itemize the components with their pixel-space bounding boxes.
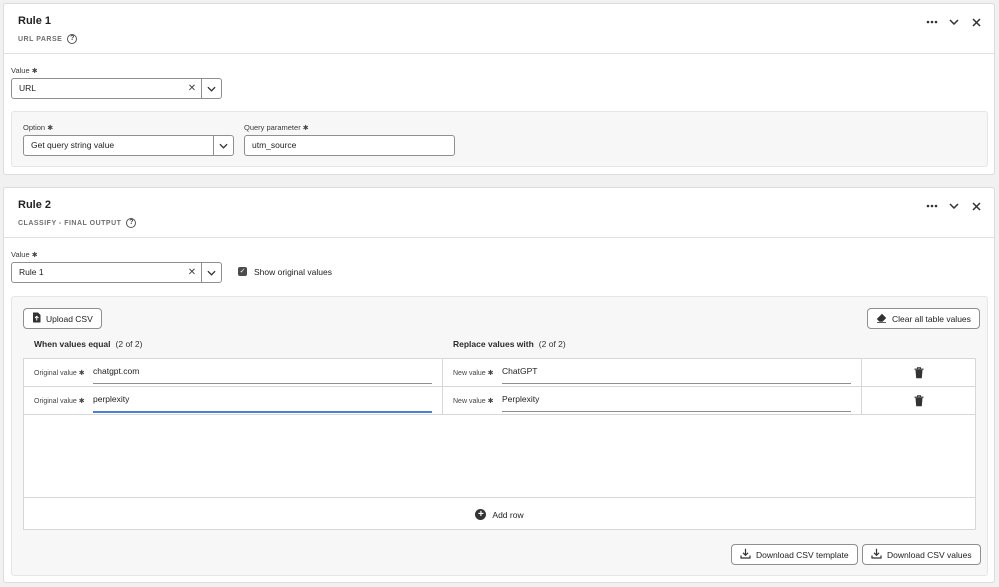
original-value-label: Original value ✱ [34, 398, 85, 405]
rule-1-subtitle-text: URL PARSE [18, 35, 63, 43]
rule-1-subtitle: URL PARSE ? [18, 34, 78, 44]
rule-2-subtitle: CLASSIFY - FINAL OUTPUT ? [18, 218, 137, 228]
rule-1-title: Rule 1 [18, 15, 52, 27]
clear-x-icon[interactable]: ✕ [183, 79, 201, 98]
help-icon[interactable]: ? [67, 34, 78, 44]
row-actions-cell [862, 387, 977, 414]
classify-table-panel: Upload CSV Clear all table values When v… [11, 296, 988, 576]
option-label: Option ✱ [23, 123, 54, 132]
new-value-cell: New value ✱ Perplexity [443, 387, 862, 414]
option-select[interactable]: Get query string value [23, 135, 234, 156]
clear-all-table-values-label: Clear all table values [892, 313, 971, 324]
chevron-down-icon[interactable] [946, 14, 962, 30]
when-values-equal-header: When values equal (2 of 2) [34, 339, 142, 349]
show-original-values-label[interactable]: Show original values [254, 267, 332, 277]
when-values-equal-count: (2 of 2) [115, 339, 143, 349]
table-row: Original value ✱ perplexity New value ✱ … [24, 387, 975, 415]
new-value-label-text: New value [453, 370, 486, 377]
input-underline [502, 411, 851, 412]
rule-1-value-combobox[interactable]: URL ✕ [11, 78, 222, 99]
rule-1-options-panel: Option ✱ Get query string value Query pa… [11, 111, 988, 167]
trash-icon[interactable] [914, 366, 924, 384]
original-value-input[interactable]: perplexity [93, 394, 129, 404]
upload-csv-label: Upload CSV [46, 313, 93, 324]
table-row: Original value ✱ chatgpt.com New value ✱… [24, 359, 975, 387]
upload-csv-button[interactable]: Upload CSV [23, 308, 102, 329]
trash-icon[interactable] [914, 394, 924, 412]
rule-1-card: Rule 1 URL PARSE ? Value ✱ URL ✕ Option [3, 3, 995, 175]
close-icon[interactable] [968, 198, 984, 214]
new-value-label: New value ✱ [453, 398, 494, 405]
more-icon[interactable] [924, 14, 940, 30]
rule-2-value-label-text: Value [11, 250, 30, 259]
rule-1-header: Rule 1 URL PARSE ? [4, 4, 994, 54]
input-underline-focused [93, 411, 432, 413]
input-underline [93, 383, 432, 384]
download-csv-values-label: Download CSV values [887, 549, 972, 560]
query-parameter-input[interactable]: utm_source [244, 135, 455, 156]
original-value-cell: Original value ✱ chatgpt.com [24, 359, 443, 386]
rule-1-value-text: URL [19, 83, 37, 93]
row-actions-cell [862, 359, 977, 386]
query-parameter-label: Query parameter ✱ [244, 123, 309, 132]
chevron-down-icon[interactable] [213, 136, 233, 155]
add-row-button[interactable]: + Add row [24, 497, 975, 531]
original-value-cell: Original value ✱ perplexity [24, 387, 443, 414]
rule-2-value-text: Rule 1 [19, 267, 44, 277]
query-parameter-label-text: Query parameter [244, 123, 301, 132]
original-value-input[interactable]: chatgpt.com [93, 366, 139, 376]
download-csv-template-label: Download CSV template [756, 549, 849, 560]
help-icon[interactable]: ? [126, 218, 137, 228]
option-select-text: Get query string value [31, 140, 115, 150]
close-icon[interactable] [968, 14, 984, 30]
new-value-input[interactable]: Perplexity [502, 394, 539, 404]
chevron-down-icon[interactable] [201, 263, 221, 282]
eraser-icon [876, 313, 887, 325]
rule-2-header: Rule 2 CLASSIFY - FINAL OUTPUT ? [4, 188, 994, 238]
classify-table: Original value ✱ chatgpt.com New value ✱… [23, 358, 976, 530]
when-values-equal-text: When values equal [34, 339, 111, 349]
replace-values-with-header: Replace values with (2 of 2) [453, 339, 566, 349]
rule-1-value-label: Value ✱ [11, 66, 38, 75]
add-row-label: Add row [492, 509, 524, 520]
original-value-label-text: Original value [34, 370, 77, 377]
original-value-label: Original value ✱ [34, 370, 85, 377]
option-label-text: Option [23, 123, 46, 132]
download-icon [740, 548, 751, 561]
file-upload-icon [32, 312, 41, 325]
clear-x-icon[interactable]: ✕ [183, 263, 201, 282]
rule-2-actions [924, 198, 984, 214]
replace-values-with-count: (2 of 2) [538, 339, 566, 349]
more-icon[interactable] [924, 198, 940, 214]
download-csv-values-button[interactable]: Download CSV values [862, 544, 981, 565]
rule-1-value-label-text: Value [11, 66, 30, 75]
rule-2-title: Rule 2 [18, 199, 52, 211]
input-underline [502, 383, 851, 384]
checkbox-checked-icon[interactable]: ✓ [238, 267, 247, 276]
chevron-down-icon[interactable] [201, 79, 221, 98]
download-csv-template-button[interactable]: Download CSV template [731, 544, 858, 565]
rule-2-value-label: Value ✱ [11, 250, 38, 259]
rule-2-subtitle-text: CLASSIFY - FINAL OUTPUT [18, 219, 122, 227]
clear-all-table-values-button[interactable]: Clear all table values [867, 308, 980, 329]
new-value-label-text: New value [453, 398, 486, 405]
new-value-cell: New value ✱ ChatGPT [443, 359, 862, 386]
new-value-label: New value ✱ [453, 370, 494, 377]
new-value-input[interactable]: ChatGPT [502, 366, 537, 376]
rule-2-value-combobox[interactable]: Rule 1 ✕ [11, 262, 222, 283]
rule-1-actions [924, 14, 984, 30]
chevron-down-icon[interactable] [946, 198, 962, 214]
original-value-label-text: Original value [34, 398, 77, 405]
replace-values-with-text: Replace values with [453, 339, 534, 349]
add-circle-icon: + [475, 509, 487, 520]
rule-2-card: Rule 2 CLASSIFY - FINAL OUTPUT ? Value ✱… [3, 187, 995, 583]
download-icon [871, 548, 882, 561]
